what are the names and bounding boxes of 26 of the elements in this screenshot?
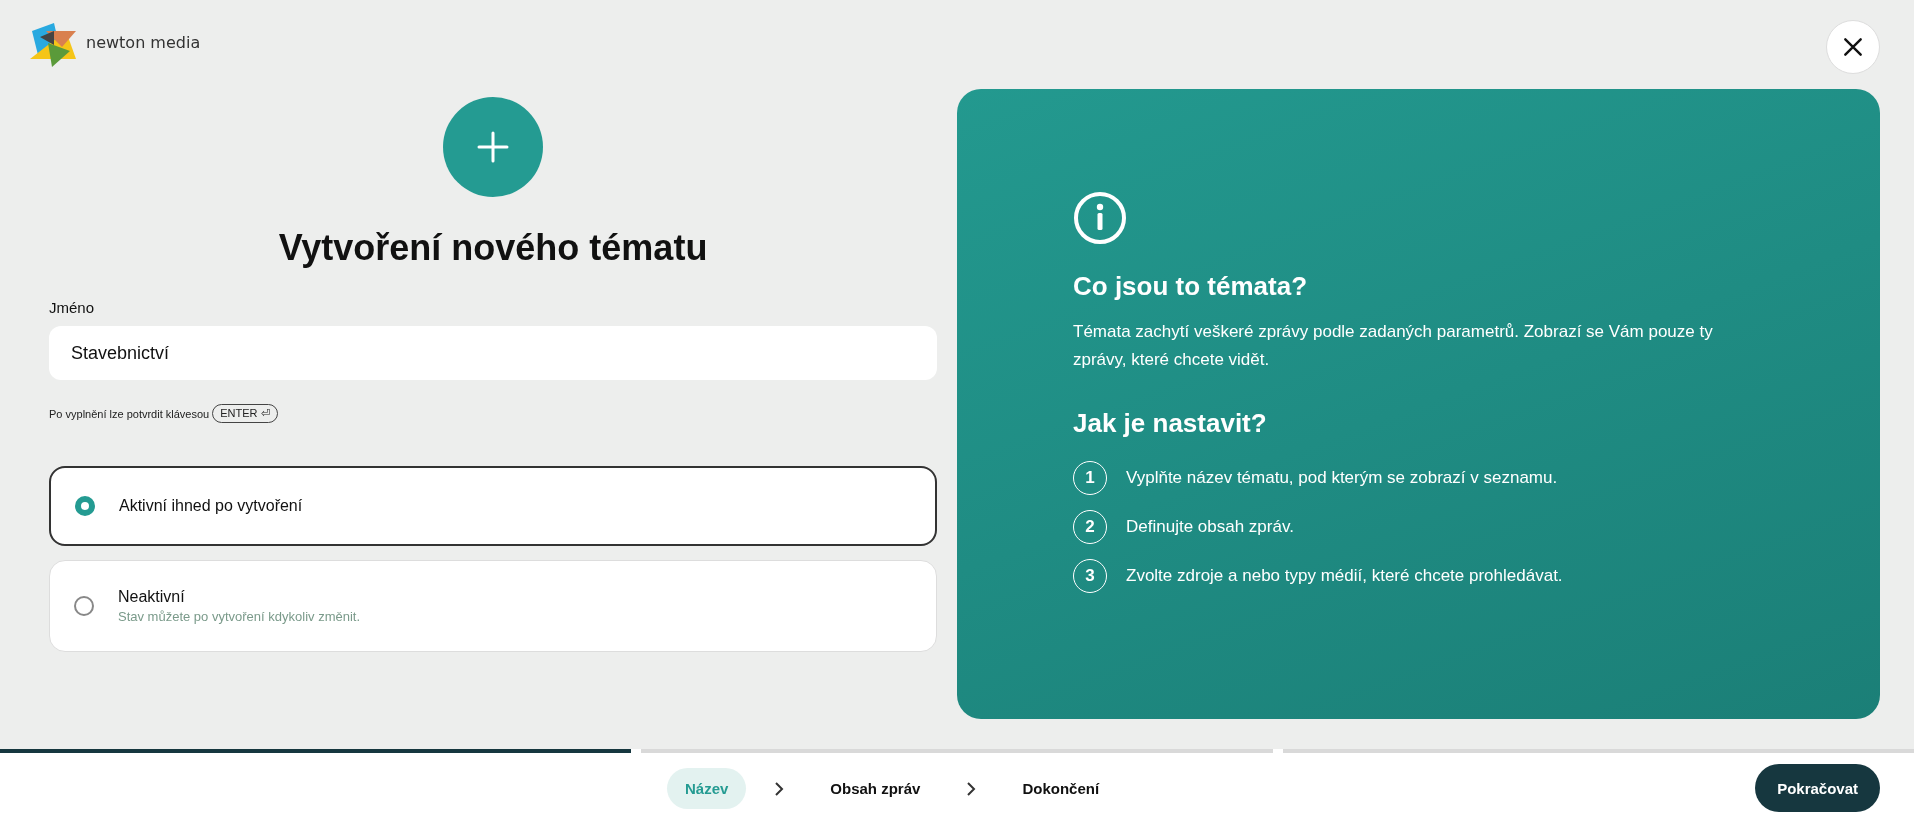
info-text: Témata zachytí veškeré zprávy podle zadaných parametrů. Zobrazí se Vám pouze ty zprávy, které chcete vidět. bbox=[1073, 321, 1714, 371]
chevron-icon bbox=[966, 781, 977, 796]
chevron-icon bbox=[774, 781, 785, 796]
info-icon bbox=[1073, 191, 1127, 245]
option-card[interactable]: Aktivní ihned po vytvoření bbox=[49, 466, 937, 546]
continue-button[interactable]: Pokračovat bbox=[1755, 764, 1880, 812]
close-icon bbox=[1842, 36, 1864, 58]
wizard-step[interactable]: Obsah zpráv bbox=[812, 768, 939, 809]
option-note: Stav můžete po vytvoření kdykoliv změnit. bbox=[118, 609, 361, 624]
step-text: Zvolte zdroje a nebo typy médií, které chcete prohledávat. bbox=[1126, 566, 1563, 586]
option-card[interactable]: Neaktivní Stav můžete po vytvoření kdykoliv změnit. bbox=[49, 560, 937, 652]
wizard-step[interactable]: Dokončení bbox=[1004, 768, 1118, 809]
name-field[interactable]: Stavebnictví bbox=[49, 326, 937, 380]
close-button[interactable] bbox=[1826, 20, 1880, 74]
radio-button[interactable] bbox=[74, 596, 94, 616]
step-text: Vyplňte název tématu, pod kterým se zobrazí v seznamu. bbox=[1126, 468, 1558, 488]
radio-button[interactable] bbox=[75, 496, 95, 516]
hint-text: Po vyplnění lze potvrdit klávesou bbox=[49, 407, 210, 420]
logo-text: newton media bbox=[86, 32, 201, 52]
info-heading: Jak je nastavit? bbox=[1073, 408, 1268, 439]
step-text: Definujte obsah zpráv. bbox=[1126, 517, 1294, 537]
info-heading: Co jsou to témata? bbox=[1073, 271, 1308, 302]
field-label: Jméno bbox=[49, 299, 96, 316]
form-title: Vytvoření nového tématu bbox=[278, 227, 708, 269]
option-label: Aktivní ihned po vytvoření bbox=[119, 497, 303, 515]
option-label: Neaktivní bbox=[118, 588, 186, 606]
